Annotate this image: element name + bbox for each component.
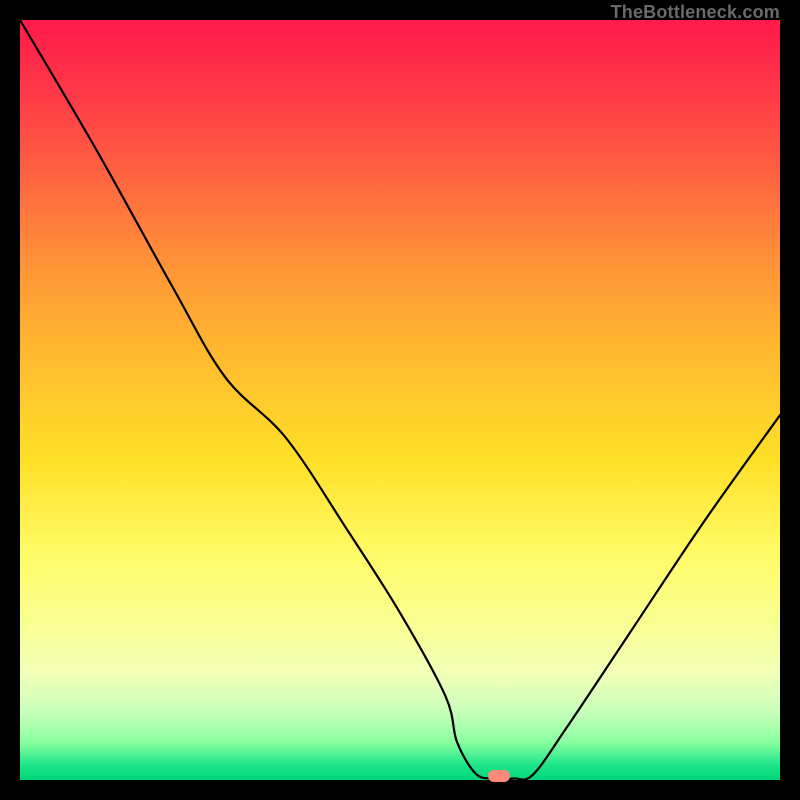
bottleneck-curve [20,20,780,780]
chart-line-svg [20,20,780,780]
chart-stage: TheBottleneck.com [0,0,800,800]
optimum-marker [488,770,510,782]
chart-plot-area [20,20,780,780]
